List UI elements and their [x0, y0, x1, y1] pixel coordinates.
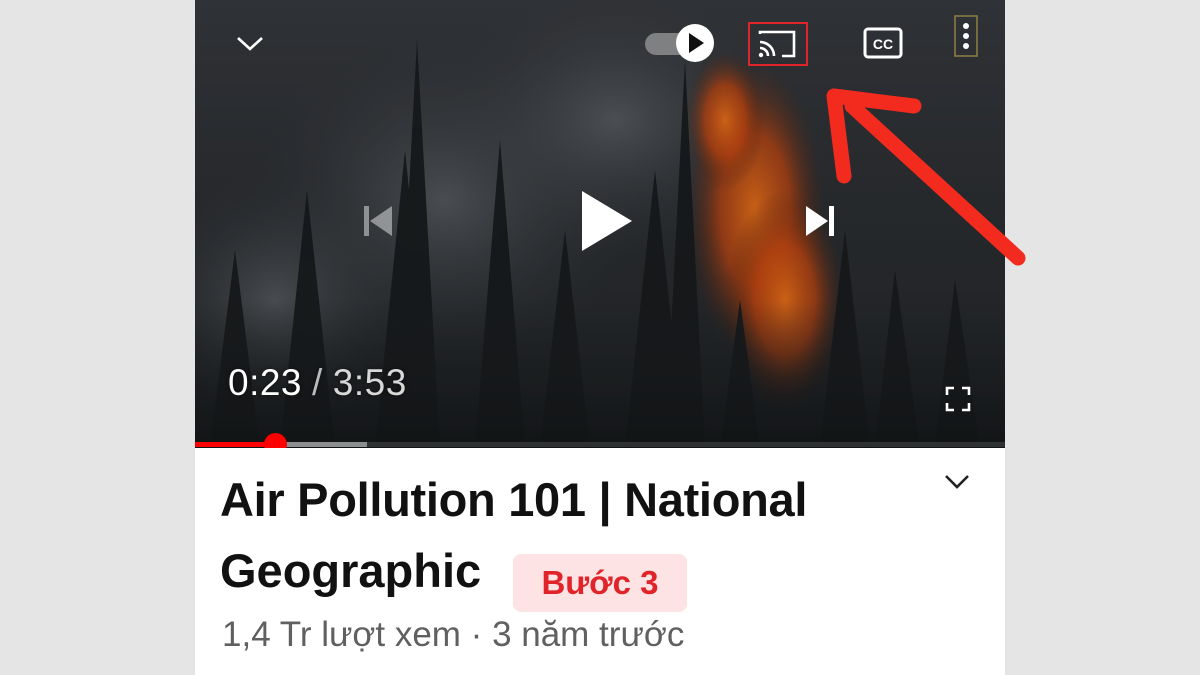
video-title-line2[interactable]: Geographic — [220, 538, 481, 604]
chevron-down-icon — [945, 475, 969, 489]
video-title-line1[interactable]: Air Pollution 101 | National — [220, 462, 900, 538]
svg-text:CC: CC — [873, 36, 893, 52]
video-meta: 1,4 Tr lượt xem · 3 năm trước — [222, 615, 684, 655]
cast-button[interactable] — [748, 22, 808, 66]
time-separator: / — [312, 362, 323, 403]
time-display: 0:23/3:53 — [228, 362, 407, 404]
fullscreen-icon[interactable] — [941, 382, 975, 416]
upload-age: 3 năm trước — [492, 615, 685, 654]
view-count: 1,4 Tr lượt xem — [222, 615, 461, 654]
step-badge: Bước 3 — [513, 554, 687, 612]
more-vertical-icon — [954, 15, 978, 57]
captions-icon: CC — [863, 27, 903, 59]
annotation-arrow-icon — [826, 88, 1026, 266]
more-vertical-button[interactable] — [951, 14, 981, 58]
meta-dot: · — [470, 615, 483, 654]
expand-description-button[interactable] — [940, 465, 974, 499]
current-time: 0:23 — [228, 362, 303, 403]
previous-icon[interactable] — [355, 198, 401, 244]
duration: 3:53 — [332, 362, 407, 403]
cast-icon — [748, 22, 808, 66]
play-icon[interactable] — [573, 186, 637, 256]
autoplay-toggle[interactable] — [643, 22, 717, 64]
progress-thumb[interactable] — [263, 433, 287, 448]
captions-button[interactable]: CC — [863, 25, 903, 61]
autoplay-toggle-icon — [645, 24, 714, 62]
chevron-down-icon[interactable] — [233, 28, 267, 58]
